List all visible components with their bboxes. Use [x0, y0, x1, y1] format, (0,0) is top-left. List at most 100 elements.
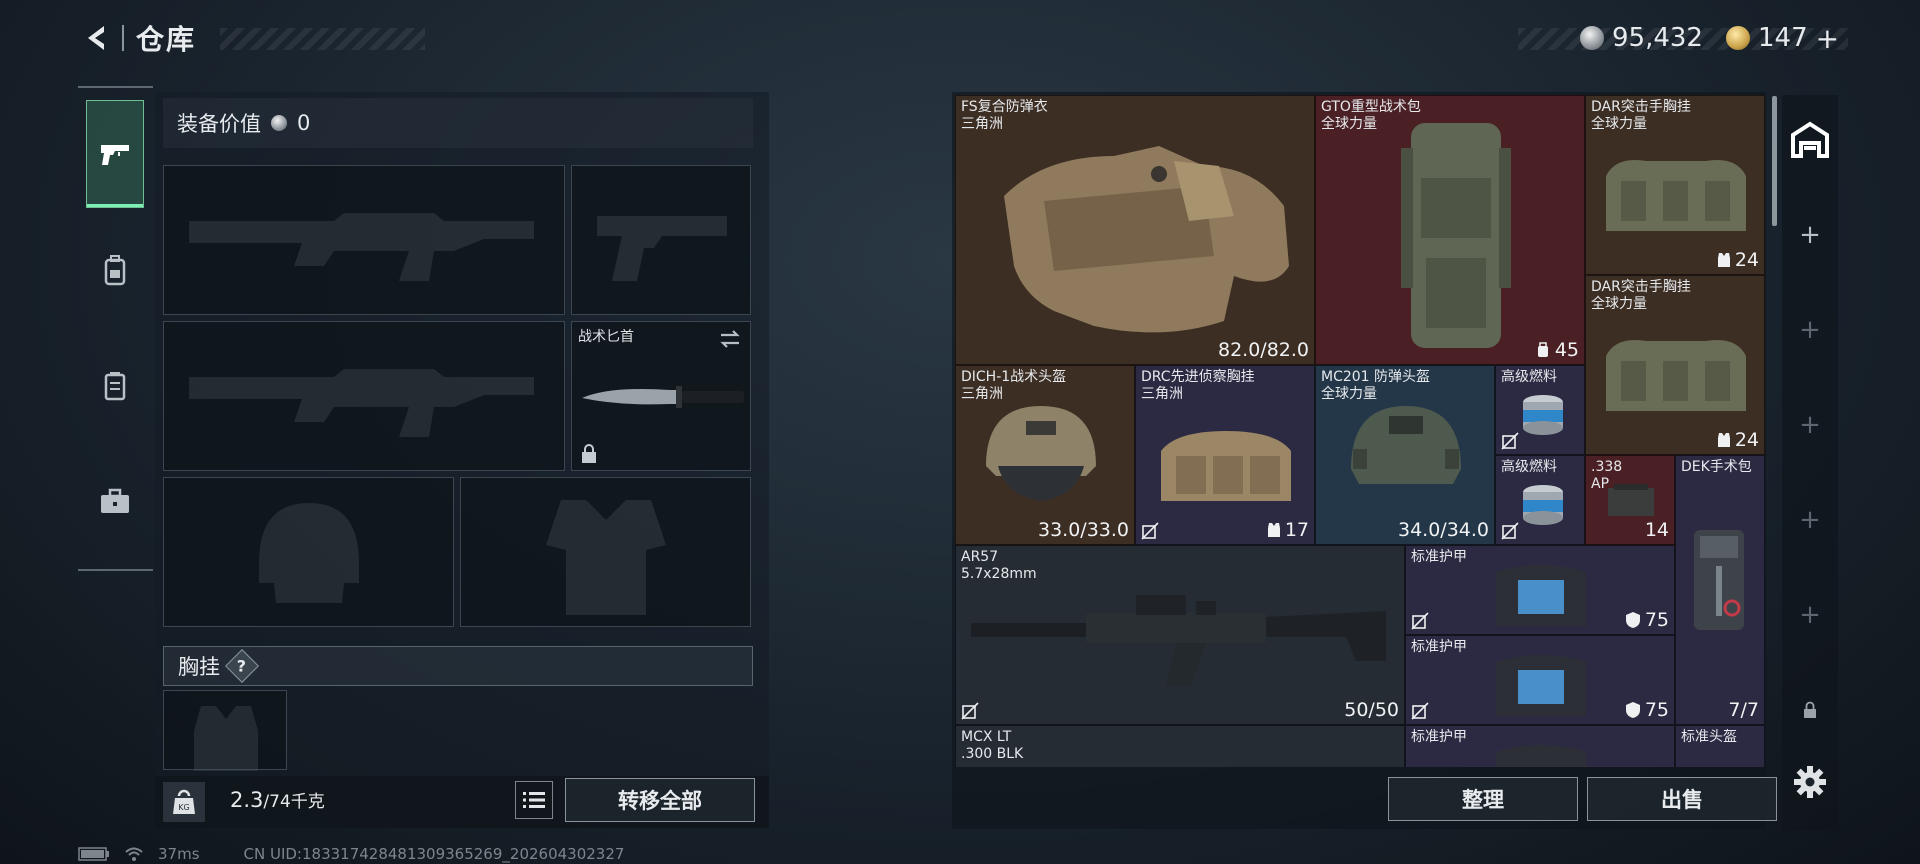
- item-name: MCX LT: [961, 729, 1012, 745]
- helmet-art-icon: [1351, 406, 1461, 484]
- item-name: DEK手术包: [1681, 459, 1752, 475]
- help-icon[interactable]: ?: [225, 649, 259, 683]
- vest-small-icon: [1717, 433, 1730, 447]
- page-title: 仓库: [136, 23, 197, 56]
- armor-slot[interactable]: [460, 477, 751, 627]
- stash-tab-add-5[interactable]: +: [1782, 575, 1838, 655]
- stash-item[interactable]: DEK手术包 7/7: [1675, 455, 1765, 725]
- item-origin: 全球力量: [1591, 116, 1647, 132]
- item-durability: 33.0/33.0: [1037, 519, 1129, 541]
- item-name: AR57: [961, 549, 999, 565]
- stash-item[interactable]: FS复合防弹衣 三角洲 82.0/82.0: [955, 95, 1315, 365]
- stash-item[interactable]: DAR突击手胸挂 全球力量 24: [1585, 275, 1765, 455]
- silver-coin-icon: [271, 115, 287, 131]
- item-name: DAR突击手胸挂: [1591, 279, 1691, 295]
- stash-item[interactable]: DRC先进侦察胸挂 三角洲 17: [1135, 365, 1315, 545]
- helmet-art-icon: [986, 406, 1096, 501]
- knife-slot[interactable]: 战术匕首: [571, 321, 751, 471]
- stash-tab-add-4[interactable]: +: [1782, 480, 1838, 560]
- stash-item[interactable]: DAR突击手胸挂 全球力量 24: [1585, 95, 1765, 275]
- item-origin: 三角洲: [1141, 386, 1183, 402]
- plus-icon: +: [1799, 315, 1821, 345]
- transfer-all-button[interactable]: 转移全部: [565, 778, 755, 822]
- item-name: MC201 防弹头盔: [1321, 369, 1431, 385]
- item-name: DAR突击手胸挂: [1591, 99, 1691, 115]
- knife-slot-label: 战术匕首: [578, 329, 634, 345]
- tab-backpack[interactable]: [86, 216, 144, 324]
- weight-indicator: KG: [163, 782, 205, 822]
- fuel-can-icon: [1523, 395, 1563, 435]
- backpack-icon: [104, 255, 126, 286]
- no-insure-icon: [1501, 522, 1519, 540]
- stash-page-tabs: + + + + +: [1782, 95, 1838, 830]
- gold-currency[interactable]: 147 +: [1726, 20, 1839, 56]
- shield-icon: [1625, 702, 1640, 718]
- silver-amount: 95,432: [1612, 23, 1703, 53]
- stash-scrollbar[interactable]: [1772, 96, 1777, 226]
- rifle-silhouette-icon: [189, 213, 534, 281]
- stash-item[interactable]: 高级燃料: [1495, 365, 1585, 455]
- helmet-slot[interactable]: [163, 477, 454, 627]
- vest-small-icon: [1267, 523, 1280, 537]
- no-insure-icon: [1501, 432, 1519, 450]
- primary-weapon-slot-2[interactable]: [163, 321, 565, 471]
- stash-item[interactable]: GTO重型战术包 全球力量 45: [1315, 95, 1585, 365]
- silver-currency: 95,432: [1580, 20, 1703, 56]
- sell-button[interactable]: 出售: [1587, 777, 1777, 821]
- silver-coin-icon: [1580, 26, 1604, 50]
- add-gold-button[interactable]: +: [1816, 22, 1839, 55]
- sidearm-slot[interactable]: [571, 165, 751, 315]
- rifle-art-icon: [971, 595, 1386, 686]
- stash-tab-add-2[interactable]: +: [1782, 290, 1838, 370]
- stash-item[interactable]: MC201 防弹头盔 全球力量 34.0/34.0: [1315, 365, 1495, 545]
- chest-rig-art-icon: [1606, 160, 1746, 231]
- settings-button[interactable]: [1790, 762, 1830, 802]
- item-origin: 全球力量: [1321, 116, 1377, 132]
- chest-rig-slot[interactable]: [163, 690, 287, 771]
- item-name: FS复合防弹衣: [961, 99, 1048, 115]
- tab-chest-rig[interactable]: [86, 332, 144, 440]
- gold-coin-icon: [1726, 26, 1750, 50]
- primary-weapon-slot-1[interactable]: [163, 165, 565, 315]
- list-view-button[interactable]: [515, 781, 553, 819]
- case-icon: [101, 488, 129, 513]
- ammo-box-icon: [1608, 484, 1654, 516]
- back-arrow-icon: [88, 26, 104, 50]
- stash-item[interactable]: 标准护甲 75: [1405, 545, 1675, 635]
- stash-item[interactable]: 标准护甲: [1405, 725, 1675, 767]
- stash-item[interactable]: 高级燃料: [1495, 455, 1585, 545]
- gold-amount: 147: [1758, 23, 1808, 53]
- battery-icon: [78, 847, 109, 861]
- stash-item[interactable]: 标准头盔: [1675, 725, 1765, 767]
- swap-icon[interactable]: [718, 328, 742, 350]
- item-capacity: 45: [1535, 339, 1579, 361]
- tab-weapons[interactable]: [86, 100, 144, 208]
- item-name: DICH-1战术头盔: [961, 369, 1067, 385]
- title-separator: [122, 25, 124, 51]
- item-name: 高级燃料: [1501, 459, 1557, 475]
- equipment-value-bar: 装备价值 0: [163, 98, 753, 148]
- warehouse-icon: [1791, 121, 1829, 158]
- stash-tab-add-3[interactable]: +: [1782, 385, 1838, 465]
- pistol-silhouette-icon: [597, 216, 727, 281]
- plus-icon: +: [1799, 505, 1821, 535]
- stash-item[interactable]: DICH-1战术头盔 三角洲 33.0/33.0: [955, 365, 1135, 545]
- stash-tab-locked[interactable]: [1782, 670, 1838, 750]
- item-name: DRC先进侦察胸挂: [1141, 369, 1255, 385]
- stash-item[interactable]: MCX LT .300 BLK: [955, 725, 1405, 767]
- stash-tab-add-1[interactable]: +: [1782, 195, 1838, 275]
- item-ammo: 50/50: [1344, 699, 1399, 721]
- item-name: 标准护甲: [1411, 729, 1467, 745]
- equipment-value: 0: [297, 111, 311, 135]
- item-durability: 82.0/82.0: [1217, 339, 1309, 361]
- item-origin: 全球力量: [1591, 296, 1647, 312]
- stash-item[interactable]: 标准护甲 75: [1405, 635, 1675, 725]
- sort-button[interactable]: 整理: [1388, 777, 1578, 821]
- stash-tab-main[interactable]: [1782, 100, 1838, 180]
- helmet-silhouette-icon: [259, 503, 359, 603]
- stash-item[interactable]: .338 AP 14: [1585, 455, 1675, 545]
- stash-item[interactable]: AR57 5.7x28mm 50/50: [955, 545, 1405, 725]
- rifle-art-icon: [976, 756, 1386, 767]
- back-button[interactable]: [78, 19, 116, 57]
- tab-case[interactable]: [86, 448, 144, 556]
